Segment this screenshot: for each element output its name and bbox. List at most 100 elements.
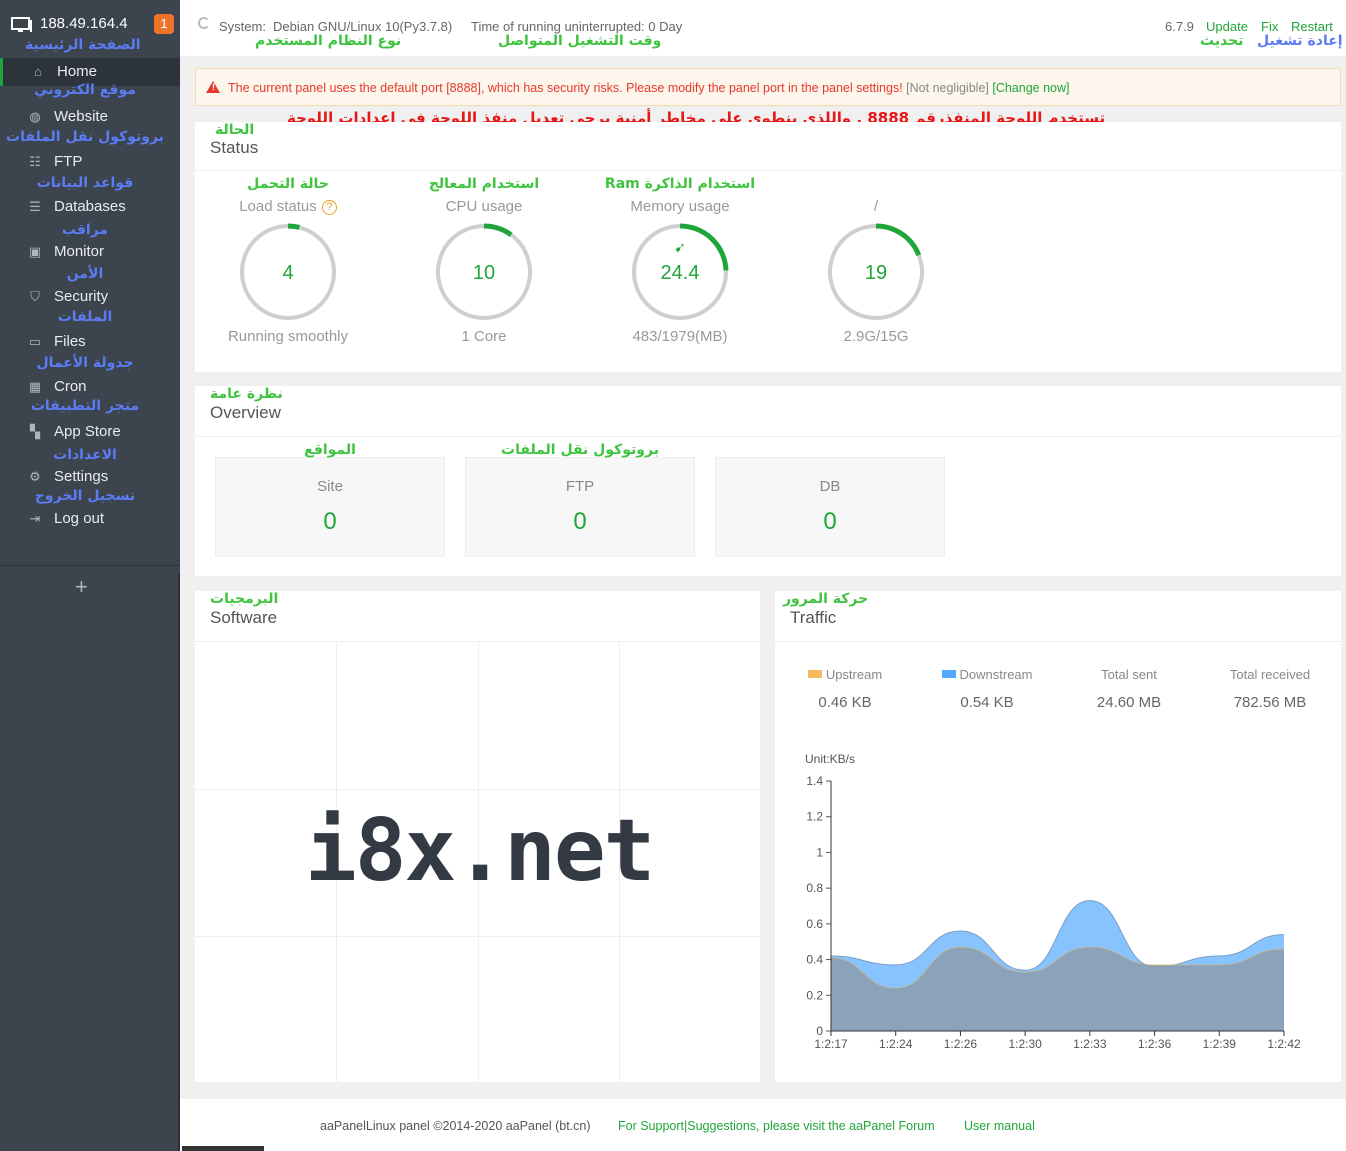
y-tick-label: 0.4: [806, 953, 823, 967]
sidebar-arabic-label: موقع الكتروني: [34, 82, 136, 98]
sidebar-arabic-label: بروتوكول نقل الملفات: [6, 129, 164, 145]
monitor-icon: [11, 17, 32, 32]
overview-card-count: 0: [573, 508, 587, 535]
gauge-title: Memory usage: [630, 198, 730, 215]
traffic-stat: Total sent 24.60 MB: [1059, 667, 1199, 711]
traffic-stat-value: 0.46 KB: [818, 694, 872, 711]
grid-line: [195, 936, 760, 937]
system-icon: [198, 17, 210, 29]
y-tick-label: 0.2: [806, 988, 823, 1002]
sidebar-item-website[interactable]: ◍ Website: [0, 103, 180, 131]
x-tick-label: 1:2:24: [879, 1037, 913, 1051]
status-title: Status: [210, 138, 259, 157]
y-tick-label: 0.6: [806, 917, 823, 931]
sidebar-item-label: App Store: [54, 423, 121, 440]
home-arabic-label: الصفحة الرئيسية: [25, 37, 141, 53]
restart-button[interactable]: Restart: [1291, 19, 1333, 34]
logout-icon: ⇥: [29, 511, 41, 526]
gauge-value: 24.4: [660, 262, 700, 284]
sidebar-item-app-store[interactable]: ▚ App Store: [0, 418, 180, 446]
sidebar-item-log-out[interactable]: ⇥ Log out: [0, 505, 180, 533]
overview-arabic-title: نظرة عامة: [210, 386, 283, 402]
grid-icon: ▚: [30, 424, 40, 439]
y-tick-label: 1.2: [806, 810, 823, 824]
sidebar-scrollbar[interactable]: [178, 574, 180, 1151]
add-shortcut-button[interactable]: +: [75, 574, 88, 600]
update-button[interactable]: Update: [1206, 19, 1248, 34]
sidebar-divider: [0, 565, 180, 566]
gauge-detail: 483/1979(MB): [632, 328, 728, 345]
x-tick-label: 1:2:17: [814, 1037, 848, 1051]
help-icon[interactable]: ?: [321, 200, 337, 215]
sidebar-item-label: Settings: [54, 468, 109, 485]
sidebar-item-cron[interactable]: ▦ Cron: [0, 373, 180, 401]
sidebar-item-label: Website: [54, 108, 108, 125]
gauge-detail: 1 Core: [461, 328, 507, 345]
gauge-arabic-label: حالة التحمل: [247, 176, 329, 192]
x-tick-label: 1:2:26: [944, 1037, 978, 1051]
software-arabic-title: البرمجيات: [210, 591, 279, 607]
gauge-1[interactable]: حالة التحمل Load status? 4 Running smoothly: [198, 176, 378, 398]
y-tick-label: 0.8: [806, 881, 823, 895]
traffic-stat-value: 0.54 KB: [960, 694, 1014, 711]
traffic-stat-value: 24.60 MB: [1096, 694, 1162, 711]
sidebar-item-ftp[interactable]: ☷ FTP: [0, 148, 180, 176]
gauge-value: 19: [864, 262, 888, 284]
overview-card-label: FTP: [565, 478, 595, 495]
gauge-value: 10: [472, 262, 496, 284]
sidebar-item-databases[interactable]: ☰ Databases: [0, 193, 180, 221]
sidebar-item-label: Security: [54, 288, 109, 305]
sidebar-item-files[interactable]: ▭ Files: [0, 328, 180, 356]
fix-button[interactable]: Fix: [1261, 19, 1278, 34]
update-arabic-label: تحديث: [1200, 33, 1244, 49]
server-ip: 188.49.164.4: [40, 15, 128, 32]
gear-icon: ⚙: [29, 469, 41, 484]
change-now-link[interactable]: [Change now]: [992, 81, 1069, 95]
overview-title: Overview: [210, 403, 281, 422]
status-panel: الحالة Status حالة التحمل Load status? 4 Ru…: [195, 122, 1341, 372]
gauge-title: /: [873, 198, 879, 215]
gauge-detail: Running smoothly: [227, 328, 349, 345]
x-tick-label: 1:2:39: [1203, 1037, 1237, 1051]
sidebar-item-settings[interactable]: ⚙ Settings: [0, 463, 180, 491]
sidebar-arabic-label: مراقب: [61, 222, 109, 238]
overview-card-site[interactable]: Site 0: [215, 457, 445, 557]
folder-icon: ▭: [28, 334, 42, 349]
not-negligible-link[interactable]: [Not negligible]: [906, 81, 989, 95]
status-arabic-title: الحالة: [215, 122, 255, 138]
chart-unit-label: Unit:KB/s: [805, 752, 855, 766]
overview-panel: نظرة عامة Overview Site 0 المواقع FTP 0 بروتو…: [195, 386, 1341, 576]
notification-badge[interactable]: 1: [154, 14, 174, 34]
home-icon: ⌂: [34, 64, 42, 79]
sidebar-item-label: Home: [57, 63, 98, 80]
gauge-detail: 2.9G/15G: [843, 328, 909, 345]
horizontal-scrollbar[interactable]: [182, 1146, 264, 1151]
warning-message: The current panel uses the default port …: [228, 81, 1070, 95]
watermark-logo: i8x.net: [305, 801, 655, 901]
sidebar-arabic-label: تسجيل الخروج: [34, 488, 136, 504]
y-tick-label: 0: [816, 1024, 823, 1038]
database-icon: ☰: [29, 199, 41, 214]
gauge-3[interactable]: استخدام الذاكرة Ram Memory usage ➹ 24.4 483/…: [590, 176, 770, 398]
gauge-title: Load status?: [198, 198, 378, 215]
overview-card-db[interactable]: DB 0: [715, 457, 945, 557]
sidebar-item-security[interactable]: ⛉ Security: [0, 283, 180, 311]
gauge-4[interactable]: / 19 2.9G/15G: [786, 198, 966, 398]
x-tick-label: 1:2:36: [1138, 1037, 1172, 1051]
overview-card-ftp[interactable]: FTP 0: [465, 457, 695, 557]
footer-copyright: aaPanelLinux panel ©2014-2020 aaPanel (b…: [320, 1119, 591, 1133]
gauge-2[interactable]: استخدام المعالج CPU usage 10 1 Core: [394, 176, 574, 398]
traffic-stat-value: 782.56 MB: [1233, 694, 1307, 711]
sidebar-item-label: Monitor: [54, 243, 105, 260]
gauge-title: CPU usage: [445, 198, 523, 215]
footer-forum-link[interactable]: For Support|Suggestions, please visit th…: [618, 1119, 935, 1133]
sidebar-item-label: FTP: [54, 153, 83, 170]
sidebar-item-monitor[interactable]: ▣ Monitor: [0, 238, 180, 266]
footer-manual-link[interactable]: User manual: [964, 1119, 1035, 1133]
y-tick-label: 1.4: [806, 774, 823, 788]
traffic-chart: Unit:KB/s 0 0.2 0.4 0.6 0.8 1 1.2 1.4 1:2:17 1:2:2…: [805, 752, 1301, 1051]
system-value: Debian GNU/Linux 10(Py3.7.8): [273, 19, 453, 34]
footer: aaPanelLinux panel ©2014-2020 aaPanel (b…: [180, 1099, 1346, 1151]
calendar-icon: ▦: [28, 379, 42, 394]
x-tick-label: 1:2:33: [1073, 1037, 1107, 1051]
